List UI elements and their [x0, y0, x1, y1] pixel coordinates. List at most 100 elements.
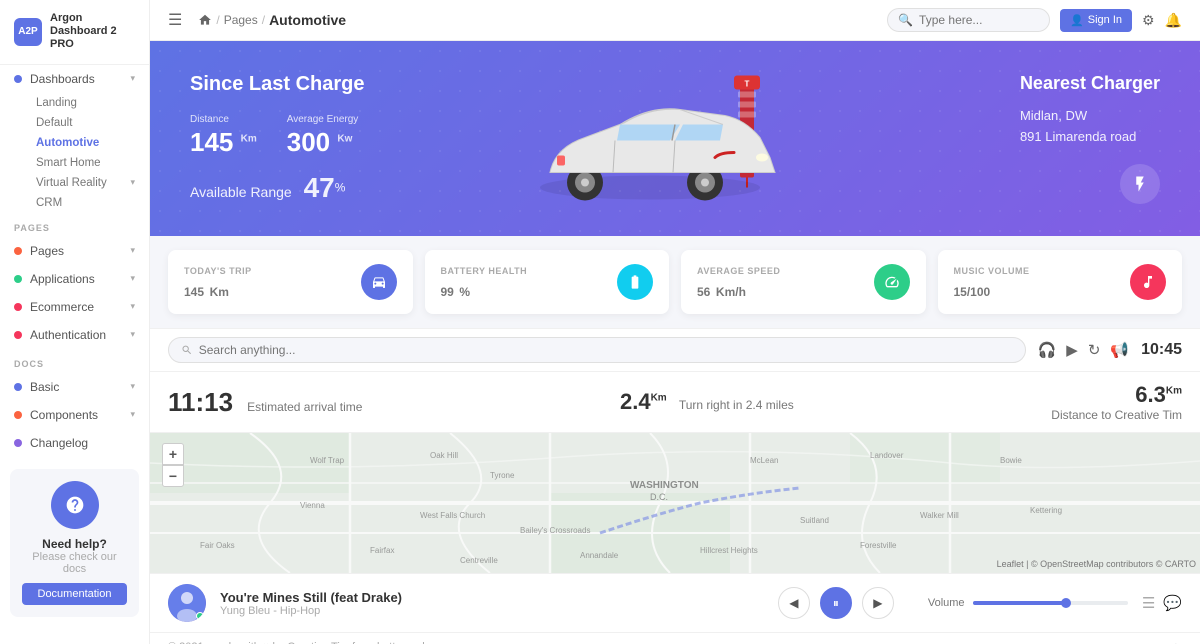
chevron-comp-icon: ▾ [130, 409, 135, 420]
sidebar-dot-pages [14, 247, 22, 255]
chat-icon[interactable]: 💬 [1163, 594, 1182, 612]
nav-search-input[interactable] [199, 343, 1013, 357]
song-artist: Yung Bleu - Hip-Hop [220, 605, 764, 617]
main-content: ☰ / Pages / Automotive 🔍 👤 Sign In ⚙ 🔔 [150, 0, 1200, 644]
sidebar-sub-crm[interactable]: CRM [0, 193, 149, 213]
battery-label: BATTERY HEALTH [441, 266, 528, 276]
settings-icon[interactable]: ⚙ [1142, 12, 1155, 29]
sidebar-item-ecommerce[interactable]: Ecommerce ▾ [0, 293, 149, 321]
volume-bar[interactable] [973, 601, 1128, 605]
battery-value: 99 [441, 285, 454, 299]
trip-unit: Km [210, 285, 229, 299]
page-header: ☰ / Pages / Automotive 🔍 👤 Sign In ⚙ 🔔 [150, 0, 1200, 41]
music-info: You're Mines Still (feat Drake) Yung Ble… [220, 590, 764, 617]
app-name: Argon Dashboard 2 PRO [50, 12, 135, 52]
volume-nav-icon[interactable]: 📢 [1110, 341, 1129, 359]
next-button[interactable]: ▶ [862, 587, 894, 619]
svg-text:Vienna: Vienna [300, 501, 325, 510]
sidebar-sub-automotive[interactable]: Automotive [0, 133, 149, 153]
svg-text:D.C.: D.C. [650, 492, 668, 502]
sidebar-sub-landing[interactable]: Landing [0, 93, 149, 113]
svg-text:Bowie: Bowie [1000, 456, 1022, 465]
sidebar-sub-default[interactable]: Default [0, 113, 149, 133]
sidebar-label-basic: Basic [30, 380, 59, 394]
chevron-apps-icon: ▾ [130, 273, 135, 284]
refresh-icon[interactable]: ↻ [1088, 341, 1101, 359]
sidebar-item-applications[interactable]: Applications ▾ [0, 265, 149, 293]
map-background: WASHINGTON D.C. Wolf Trap Oak Hill Tyron… [150, 433, 1200, 573]
svg-text:T: T [745, 79, 750, 88]
sidebar-dot-dashboards [14, 75, 22, 83]
pause-button[interactable]: ⏸ [820, 587, 852, 619]
svg-text:Tyrone: Tyrone [490, 471, 515, 480]
nav-search-box[interactable] [168, 337, 1026, 363]
sidebar-item-dashboards[interactable]: Dashboards ▾ [0, 65, 149, 93]
available-range-value: 47 [304, 172, 335, 203]
playlist-icon[interactable]: ☰ [1142, 594, 1155, 612]
sidebar-item-changelog[interactable]: Changelog [0, 429, 149, 457]
svg-text:Landover: Landover [870, 451, 904, 460]
map-container[interactable]: WASHINGTON D.C. Wolf Trap Oak Hill Tyron… [150, 433, 1200, 573]
sign-in-button[interactable]: 👤 Sign In [1060, 9, 1132, 32]
speed-value: 56 [697, 285, 710, 299]
dist-km-unit: Km [1166, 386, 1182, 397]
energy-unit: Kw [337, 133, 352, 144]
previous-button[interactable]: ◀ [778, 587, 810, 619]
svg-text:Walker Mill: Walker Mill [920, 511, 959, 520]
charger-address: Midlan, DW 891 Limarenda road [1020, 106, 1160, 148]
hero-left: Since Last Charge Distance 145 Km Averag… [190, 73, 365, 204]
stat-cards-row: TODAY'S TRIP 145 Km BATTERY HEALTH 99 % [150, 236, 1200, 328]
notifications-icon[interactable]: 🔔 [1165, 12, 1182, 29]
charger-icon[interactable] [1120, 164, 1160, 204]
headphones-icon[interactable]: 🎧 [1038, 341, 1057, 359]
current-time: 10:45 [1141, 341, 1182, 359]
sidebar-sub-virtual-reality[interactable]: Virtual Reality ▾ [0, 173, 149, 193]
search-input[interactable] [919, 13, 1039, 27]
sidebar-sub-smart-home[interactable]: Smart Home [0, 153, 149, 173]
home-icon [198, 13, 212, 27]
sidebar-dot-components [14, 411, 22, 419]
hamburger-icon[interactable]: ☰ [168, 10, 182, 30]
chevron-basic-icon: ▾ [130, 381, 135, 392]
stat-card-volume: MUSIC VOLUME 15/100 [938, 250, 1183, 314]
online-indicator [196, 612, 204, 620]
sidebar-item-auth[interactable]: Authentication ▾ [0, 321, 149, 349]
volume-label: Volume [928, 597, 965, 609]
sidebar-item-pages[interactable]: Pages ▾ [0, 237, 149, 265]
sidebar-label-applications: Applications [30, 272, 95, 286]
svg-text:WASHINGTON: WASHINGTON [630, 480, 699, 491]
breadcrumb-pages: Pages [224, 13, 258, 27]
hero-section: Since Last Charge Distance 145 Km Averag… [150, 41, 1200, 236]
zoom-out-button[interactable]: − [162, 465, 184, 487]
distance-unit: Km [241, 133, 257, 144]
distance-label: Distance to Creative Tim [1051, 408, 1182, 422]
volume-value: 15/100 [954, 285, 991, 299]
sidebar-section-pages: PAGES [0, 213, 149, 237]
sidebar-section-docs: DOCS [0, 349, 149, 373]
chevron-vr-icon: ▾ [130, 177, 135, 188]
documentation-button[interactable]: Documentation [22, 583, 127, 605]
speed-unit: Km/h [716, 285, 746, 299]
page-footer: © 2021, made with ♥ by Creative Tim for … [150, 632, 1200, 644]
speed-label: AVERAGE SPEED [697, 266, 780, 276]
energy-value: 300 [287, 127, 330, 157]
svg-text:West Falls Church: West Falls Church [420, 511, 485, 520]
volume-handle[interactable] [1061, 598, 1071, 608]
distance-info: 6.3Km Distance to Creative Tim [1051, 382, 1182, 422]
sidebar-item-basic[interactable]: Basic ▾ [0, 373, 149, 401]
available-range: Available Range 47% [190, 172, 365, 204]
volume-icon [1130, 264, 1166, 300]
help-subtitle: Please check our docs [22, 551, 127, 575]
sidebar-item-components[interactable]: Components ▾ [0, 401, 149, 429]
turn-info: 2.4Km Turn right in 2.4 miles [362, 389, 1051, 415]
music-controls: ◀ ⏸ ▶ [778, 587, 894, 619]
music-player: You're Mines Still (feat Drake) Yung Ble… [150, 573, 1200, 632]
car-illustration: T [505, 57, 845, 220]
play-nav-icon[interactable]: ▶ [1066, 341, 1078, 359]
volume-label: MUSIC VOLUME [954, 266, 1030, 276]
help-box: Need help? Please check our docs Documen… [10, 469, 139, 617]
range-unit: % [335, 180, 346, 194]
search-box[interactable]: 🔍 [887, 8, 1050, 32]
zoom-in-button[interactable]: + [162, 443, 184, 465]
arrival-label: Estimated arrival time [247, 400, 362, 414]
